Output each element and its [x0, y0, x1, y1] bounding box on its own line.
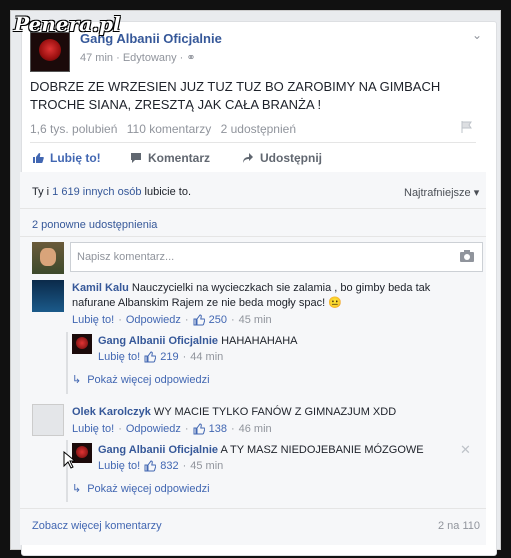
chevron-down-icon[interactable]: ⌄	[472, 28, 482, 42]
comment-icon	[131, 153, 141, 163]
avatar[interactable]	[72, 334, 92, 354]
comment-author[interactable]: Kamil Kalu	[72, 282, 129, 294]
post-stats: 1,6 tys. polubień 110 komentarzy 2 udost…	[30, 122, 302, 136]
comment-like-link[interactable]: Lubię to!	[72, 314, 114, 326]
reply-like-count[interactable]: 832	[160, 460, 178, 472]
reply-time[interactable]: 44 min	[190, 351, 223, 363]
watermark: Penera.pl	[14, 12, 121, 36]
post-time[interactable]: 47 min	[80, 52, 113, 64]
divider	[20, 208, 486, 209]
reply-author[interactable]: Gang Albanii Oficjalnie	[98, 335, 218, 347]
cursor-icon	[63, 451, 75, 469]
edited-label[interactable]: Edytowany	[123, 52, 177, 64]
comment-author[interactable]: Olek Karolczyk	[72, 406, 151, 418]
comment-text: Olek Karolczyk WY MACIE TYLKO FANÓW Z GI…	[72, 406, 397, 418]
comment-actions: Lubię to! · Odpowiedz · 138 · 46 min	[72, 423, 272, 435]
reply-time[interactable]: 45 min	[190, 460, 223, 472]
globe-icon: ⚭	[186, 52, 196, 64]
comment-time[interactable]: 46 min	[239, 423, 272, 435]
reply-author[interactable]: Gang Albanii Oficjalnie	[98, 444, 218, 456]
reply-text: Gang Albanii Oficjalnie A TY MASZ NIEDOJ…	[98, 444, 424, 456]
comment-reply-link[interactable]: Odpowiedz	[126, 423, 181, 435]
camera-icon[interactable]	[460, 250, 474, 262]
flag-icon[interactable]	[460, 120, 474, 134]
like-button[interactable]: Lubię to!	[32, 151, 101, 165]
comment-like-link[interactable]: Lubię to!	[72, 423, 114, 435]
thumbs-up-icon	[144, 460, 157, 472]
comment-actions: Lubię to! · Odpowiedz · 250 · 45 min	[72, 314, 272, 326]
share-icon	[243, 153, 253, 163]
thumbs-up-icon	[193, 314, 205, 326]
more-replies-link[interactable]: ↳ Pokaż więcej odpowiedzi	[72, 482, 210, 496]
likes-count[interactable]: 1,6 tys. polubień	[30, 122, 117, 136]
avatar[interactable]	[32, 404, 64, 436]
avatar[interactable]	[32, 242, 64, 274]
reply-actions: Lubię to! 832 · 45 min	[98, 460, 224, 472]
comments-count[interactable]: 110 komentarzy	[127, 122, 212, 136]
reply-text: Gang Albanii Oficjalnie HAHAHAHAHA	[98, 335, 298, 347]
likers-link[interactable]: 1 619 innych osób	[52, 186, 141, 198]
divider	[20, 236, 486, 237]
reply-like-link[interactable]: Lubię to!	[98, 460, 140, 472]
thumbs-up-icon	[144, 351, 157, 363]
reply-like-link[interactable]: Lubię to!	[98, 351, 140, 363]
page-avatar[interactable]	[30, 32, 70, 72]
reply-like-count[interactable]: 219	[160, 351, 178, 363]
comment-page-count: 2 na 110	[438, 520, 481, 532]
comment-reply-link[interactable]: Odpowiedz	[126, 314, 181, 326]
sort-dropdown[interactable]: Najtrafniejsze ▾	[404, 186, 479, 199]
reply-thread-line	[66, 332, 68, 394]
avatar[interactable]	[32, 280, 64, 312]
avatar[interactable]	[72, 443, 92, 463]
reply-thread-line	[66, 440, 68, 502]
thumbs-up-icon	[33, 153, 44, 163]
reshares-link[interactable]: 2 ponowne udostępnienia	[32, 219, 157, 231]
thumbs-up-icon	[193, 423, 205, 435]
shares-count[interactable]: 2 udostępnień	[221, 122, 296, 136]
reply-arrow-icon: ↳	[72, 483, 82, 495]
comment-text: Kamil Kalu Nauczycielki na wycieczkach s…	[72, 282, 431, 309]
reply-actions: Lubię to! 219 · 44 min	[98, 351, 224, 363]
post-text: DOBRZE ZE WRZESIEN JUZ TUZ TUZ BO ZAROBI…	[30, 79, 441, 112]
comment-time[interactable]: 45 min	[239, 314, 272, 326]
likers-summary: Ty i 1 619 innych osób lubicie to.	[32, 186, 191, 198]
comment-like-count[interactable]: 250	[209, 314, 227, 326]
comment-like-count[interactable]: 138	[209, 423, 227, 435]
comment-button[interactable]: Komentarz	[130, 151, 210, 165]
comment-input[interactable]: Napisz komentarz...	[70, 242, 483, 272]
share-button[interactable]: Udostępnij	[242, 151, 322, 165]
more-comments-link[interactable]: Zobacz więcej komentarzy	[32, 520, 162, 532]
reply-arrow-icon: ↳	[72, 374, 82, 386]
more-replies-link[interactable]: ↳ Pokaż więcej odpowiedzi	[72, 373, 210, 387]
divider	[30, 142, 476, 143]
close-icon[interactable]: ✕	[460, 442, 471, 458]
divider	[20, 508, 486, 509]
post-meta: 47 min · Edytowany · ⚭	[80, 52, 196, 64]
